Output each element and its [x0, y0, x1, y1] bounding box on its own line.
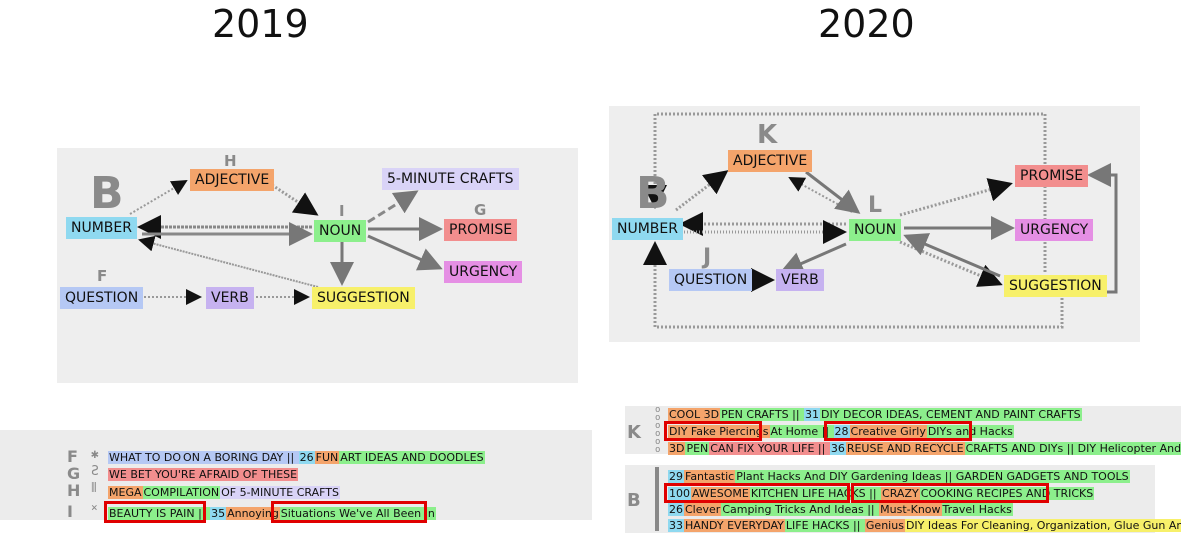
segment: WE BET YOU'RE AFRAID OF THESE [108, 468, 299, 481]
segment: REUSE AND RECYCLE [845, 442, 965, 455]
segment: WHAT TO DO [108, 451, 183, 464]
highlight-box-awesome-kitchen [664, 483, 850, 503]
highlight-box-fake-piercings [664, 421, 762, 441]
symbol-x-icon: ⨯ [91, 501, 98, 514]
highlight-box-creative-girly [824, 421, 972, 441]
segment: MEGA [108, 486, 143, 499]
segment: 33 [668, 519, 684, 532]
highlight-box-situations [271, 501, 427, 523]
node-number-2020: NUMBER [612, 218, 683, 240]
node-promise-2020: PROMISE [1015, 165, 1089, 187]
letter-b-2020: B [636, 168, 670, 219]
letter-j-2020: J [703, 245, 712, 270]
segment: LIFE HACKS || [784, 519, 865, 532]
segment: 35 [210, 507, 227, 520]
segment: DIY Ideas For Cleaning, Organization, Gl… [904, 519, 1181, 532]
segment: Plant Hacks And DIY Gardening Ideas || G… [735, 470, 1130, 483]
node-urgency-2020: URGENCY [1015, 219, 1094, 241]
example-2020-b-line-4: 33 HANDY EVERYDAY LIFE HACKS || Genius DIY … [668, 519, 1181, 532]
segment: OF 5-MINUTE CRAFTS [220, 486, 340, 499]
segment: Clever [684, 503, 722, 516]
segment: Must-Know [879, 503, 942, 516]
segment: 3D [668, 442, 686, 455]
node-adjective-2020: ADJECTIVE [728, 150, 813, 172]
examples-2020-letter-b: B [627, 490, 641, 511]
segment: PEN [685, 442, 710, 455]
letter-l-2020: L [868, 193, 883, 218]
letter-k-2020: K [757, 120, 778, 150]
segment: 26 [668, 503, 684, 516]
highlight-box-beauty-is-pain [104, 501, 206, 523]
segment: 36 [829, 442, 846, 455]
examples-2019-letter-i: I [67, 502, 73, 521]
example-2019-line-1: WHAT TO DO ON A BORING DAY || 26 FUN ART ID… [108, 451, 485, 464]
segment: 31 [804, 408, 821, 421]
segment: PEN CRAFTS || [720, 408, 805, 421]
segment: ON A BORING DAY || [182, 451, 299, 464]
symbol-star-icon: ✱ [91, 447, 99, 462]
symbol-bars-icon: ⦀ [91, 481, 97, 496]
example-2020-k-line-3: 3D PEN CAN FIX YOUR LIFE || 36 REUSE AND RE… [668, 442, 1181, 455]
segment: FUN [314, 451, 340, 464]
segment: COOL 3D [668, 408, 721, 421]
example-2020-b-line-1: 29 Fantastic Plant Hacks And DIY Gardening… [668, 470, 1130, 483]
node-noun-2020: NOUN [849, 219, 902, 241]
node-question-2020: QUESTION [669, 269, 753, 291]
node-suggestion-2020: SUGGESTION [1004, 275, 1107, 297]
segment: 29 [668, 470, 684, 483]
example-2020-k-line-1: COOL 3D PEN CRAFTS || 31 DIY DECOR IDEAS, … [668, 408, 1082, 421]
segment: COMPILATION [142, 486, 221, 499]
segment: Genius [864, 519, 905, 532]
node-verb-2020: VERB [776, 269, 824, 291]
segment: DIY DECOR IDEAS, CEMENT AND PAINT CRAFTS [820, 408, 1082, 421]
segment: 26 [298, 451, 315, 464]
example-2019-line-2: WE BET YOU'RE AFRAID OF THESE [108, 468, 299, 481]
segment: ART IDEAS AND DOODLES [339, 451, 485, 464]
highlight-box-crazy-cooking [851, 483, 1049, 503]
segment: Travel Hacks [941, 503, 1013, 516]
segment: Fantastic [684, 470, 736, 483]
bar-icon [655, 467, 659, 531]
segment: Camping Tricks And Ideas || [721, 503, 880, 516]
segment: CRAFTS AND DIYs || DIY Helicopter And BB… [964, 442, 1181, 455]
example-2019-line-3: MEGA COMPILATION OF 5-MINUTE CRAFTS [108, 486, 340, 499]
examples-2020-letter-k: K [627, 422, 641, 443]
circles-icon: oooooo [655, 405, 661, 455]
segment: CAN FIX YOUR LIFE || [709, 442, 830, 455]
symbol-s-icon: Ƨ [91, 464, 99, 479]
segment: HANDY EVERYDAY [684, 519, 785, 532]
examples-2019-letter-h: H [67, 481, 81, 500]
example-2020-b-line-3: 26 Clever Camping Tricks And Ideas || Must… [668, 503, 1013, 516]
